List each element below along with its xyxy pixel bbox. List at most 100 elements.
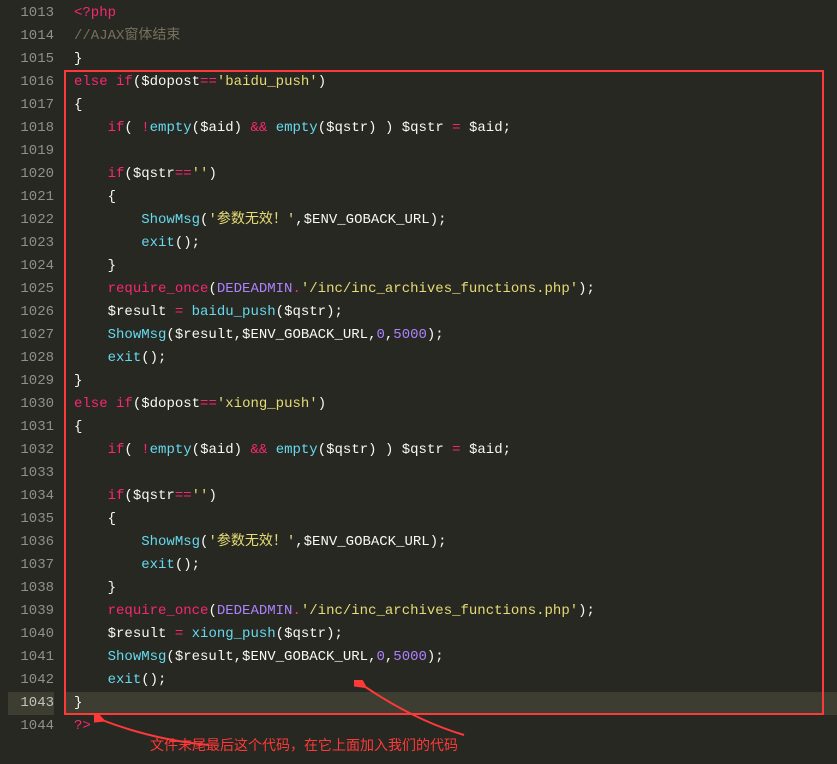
token-pn: ( xyxy=(124,166,132,182)
token-pn xyxy=(166,626,174,642)
code-line[interactable]: $result = baidu_push($qstr); xyxy=(64,301,837,324)
code-line[interactable]: } xyxy=(64,255,837,278)
token-kw: && xyxy=(250,120,267,136)
token-pn: (); xyxy=(175,235,200,251)
token-var: $ENV_GOBACK_URL xyxy=(304,534,430,550)
line-number: 1031 xyxy=(8,416,54,439)
token-str: '/inc/inc_archives_functions.php' xyxy=(301,281,578,297)
token-pn xyxy=(74,327,108,343)
token-pn xyxy=(74,626,108,642)
token-kw: == xyxy=(200,74,217,90)
code-line[interactable]: require_once(DEDEADMIN.'/inc/inc_archive… xyxy=(64,278,837,301)
code-line[interactable]: exit(); xyxy=(64,347,837,370)
token-var: $qstr xyxy=(402,120,444,136)
code-line[interactable]: ShowMsg('参数无效！',$ENV_GOBACK_URL); xyxy=(64,209,837,232)
code-editor[interactable]: 1013101410151016101710181019102010211022… xyxy=(0,0,837,764)
token-pn: } xyxy=(74,695,82,711)
token-pn: ); xyxy=(578,603,595,619)
token-pn: } xyxy=(74,373,82,389)
line-number: 1043 xyxy=(8,692,54,715)
token-pn xyxy=(74,235,141,251)
token-pn: ( xyxy=(166,327,174,343)
token-pn: { xyxy=(74,419,82,435)
code-line[interactable]: $result = xiong_push($qstr); xyxy=(64,623,837,646)
line-number: 1033 xyxy=(8,462,54,485)
line-number: 1025 xyxy=(8,278,54,301)
code-line[interactable]: if($qstr=='') xyxy=(64,163,837,186)
code-line[interactable]: } xyxy=(64,370,837,393)
token-var: $result xyxy=(175,327,234,343)
code-line[interactable]: } xyxy=(64,692,837,715)
token-fn: baidu_push xyxy=(192,304,276,320)
code-line[interactable]: { xyxy=(64,416,837,439)
line-number: 1013 xyxy=(8,2,54,25)
token-num: 5000 xyxy=(393,327,427,343)
token-fn: exit xyxy=(108,672,142,688)
code-line[interactable]: ShowMsg($result,$ENV_GOBACK_URL,0,5000); xyxy=(64,646,837,669)
line-number: 1014 xyxy=(8,25,54,48)
token-var: $ENV_GOBACK_URL xyxy=(242,327,368,343)
token-cmt: //AJAX窗体结束 xyxy=(74,28,180,44)
line-number: 1040 xyxy=(8,623,54,646)
token-var: $qstr xyxy=(284,304,326,320)
token-pn: { xyxy=(74,511,116,527)
token-pn xyxy=(267,442,275,458)
code-line[interactable]: { xyxy=(64,186,837,209)
code-line[interactable] xyxy=(64,140,837,163)
code-line[interactable]: exit(); xyxy=(64,669,837,692)
code-line[interactable]: require_once(DEDEADMIN.'/inc/inc_archive… xyxy=(64,600,837,623)
token-pn: ( xyxy=(192,442,200,458)
code-line[interactable]: if($qstr=='') xyxy=(64,485,837,508)
line-number: 1017 xyxy=(8,94,54,117)
token-fn: exit xyxy=(108,350,142,366)
code-line[interactable]: <?php xyxy=(64,2,837,25)
token-pn: , xyxy=(234,327,242,343)
token-fn: empty xyxy=(276,120,318,136)
token-const: DEDEADMIN xyxy=(217,281,293,297)
line-number: 1023 xyxy=(8,232,54,255)
code-line[interactable]: ?> xyxy=(64,715,837,738)
code-line[interactable]: ShowMsg($result,$ENV_GOBACK_URL,0,5000); xyxy=(64,324,837,347)
code-area[interactable]: <?php//AJAX窗体结束}else if($dopost=='baidu_… xyxy=(64,0,837,764)
code-line[interactable]: else if($dopost=='xiong_push') xyxy=(64,393,837,416)
token-str: '参数无效！' xyxy=(208,534,295,550)
code-line[interactable]: if( !empty($aid) && empty($qstr) ) $qstr… xyxy=(64,117,837,140)
token-pn xyxy=(461,442,469,458)
token-kw: = xyxy=(175,626,183,642)
token-pn: ; xyxy=(503,120,511,136)
line-number: 1036 xyxy=(8,531,54,554)
token-pn: ); xyxy=(427,327,444,343)
token-num: 0 xyxy=(376,327,384,343)
token-pn: ); xyxy=(326,626,343,642)
token-var: $aid xyxy=(469,442,503,458)
code-line[interactable] xyxy=(64,462,837,485)
token-pn: ( xyxy=(318,442,326,458)
token-pn: ) xyxy=(208,166,216,182)
token-pn: ( xyxy=(276,626,284,642)
code-line[interactable]: } xyxy=(64,577,837,600)
code-line[interactable]: exit(); xyxy=(64,554,837,577)
token-pn xyxy=(74,442,108,458)
token-var: $aid xyxy=(469,120,503,136)
token-pn: (); xyxy=(175,557,200,573)
token-str: '/inc/inc_archives_functions.php' xyxy=(301,603,578,619)
code-line[interactable]: exit(); xyxy=(64,232,837,255)
code-line[interactable]: else if($dopost=='baidu_push') xyxy=(64,71,837,94)
code-line[interactable]: } xyxy=(64,48,837,71)
line-number: 1029 xyxy=(8,370,54,393)
token-pn xyxy=(166,304,174,320)
token-pn: ); xyxy=(427,649,444,665)
token-pn xyxy=(74,166,108,182)
line-number: 1020 xyxy=(8,163,54,186)
code-line[interactable]: //AJAX窗体结束 xyxy=(64,25,837,48)
token-pn: ) ) xyxy=(368,442,402,458)
code-line[interactable]: { xyxy=(64,94,837,117)
code-line[interactable]: if( !empty($aid) && empty($qstr) ) $qstr… xyxy=(64,439,837,462)
token-pn: } xyxy=(74,258,116,274)
token-kw: = xyxy=(175,304,183,320)
line-number: 1034 xyxy=(8,485,54,508)
token-var: $ENV_GOBACK_URL xyxy=(242,649,368,665)
token-var: $qstr xyxy=(133,166,175,182)
code-line[interactable]: ShowMsg('参数无效！',$ENV_GOBACK_URL); xyxy=(64,531,837,554)
code-line[interactable]: { xyxy=(64,508,837,531)
